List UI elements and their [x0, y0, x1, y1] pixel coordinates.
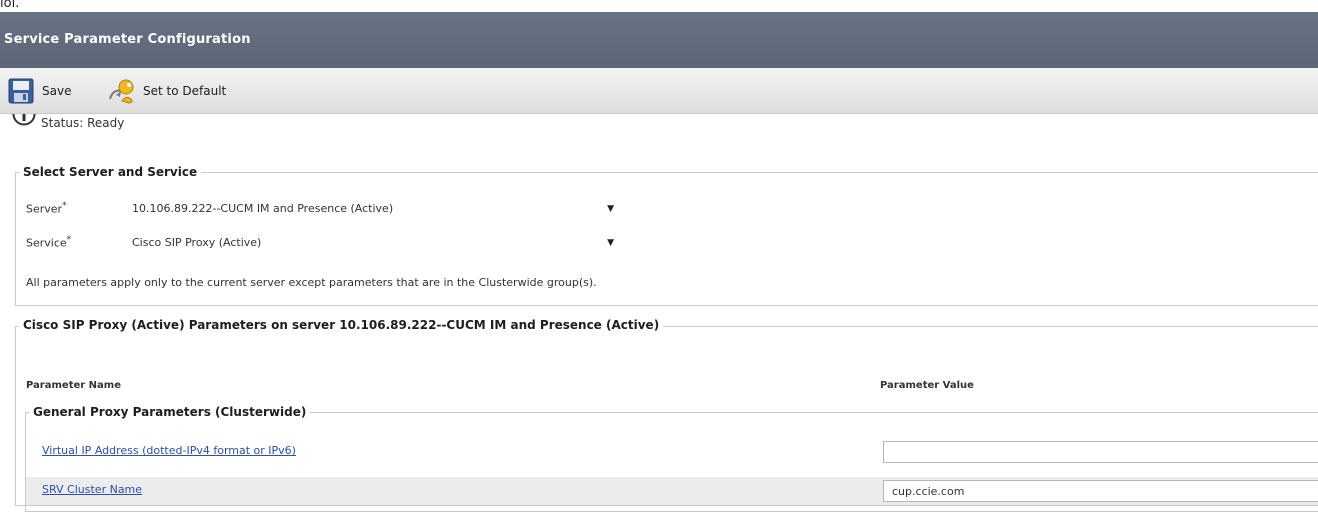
server-label: Server [26, 202, 63, 216]
toolbar: Save Set to Default [0, 68, 1318, 114]
top-strip-text: lol. [0, 0, 20, 11]
general-proxy-parameters-legend: General Proxy Parameters (Clusterwide) [29, 405, 311, 419]
select-server-service-legend: Select Server and Service [19, 165, 202, 179]
top-strip: lol. [0, 0, 1318, 12]
clusterwide-note: All parameters apply only to the current… [26, 276, 597, 289]
chevron-down-icon: ▼ [607, 238, 614, 248]
table-row: SRV Cluster Name [26, 477, 1318, 505]
column-header-parameter-name: Parameter Name [26, 380, 121, 391]
server-label-group: Server* [26, 201, 67, 216]
table-row: Virtual IP Address (dotted-IPv4 format o… [26, 438, 1318, 466]
status-bar: Status: Ready [10, 114, 410, 134]
page-title-bar: Service Parameter Configuration [0, 12, 1318, 68]
save-label: Save [42, 84, 72, 98]
required-mark: * [62, 201, 67, 211]
virtual-ip-address-input[interactable] [883, 441, 1318, 463]
server-select[interactable]: 10.106.89.222--CUCM IM and Presence (Act… [128, 199, 620, 219]
service-label: Service [26, 236, 67, 250]
save-button[interactable]: Save [8, 68, 71, 114]
service-select-value: Cisco SIP Proxy (Active) [132, 236, 262, 249]
required-mark: * [66, 235, 72, 245]
reset-default-icon [109, 79, 134, 104]
server-select-value: 10.106.89.222--CUCM IM and Presence (Act… [132, 202, 394, 215]
virtual-ip-address-link[interactable]: Virtual IP Address (dotted-IPv4 format o… [42, 444, 296, 457]
set-to-default-label: Set to Default [143, 84, 227, 98]
parameters-legend: Cisco SIP Proxy (Active) Parameters on s… [19, 318, 664, 332]
srv-cluster-name-input[interactable] [883, 480, 1318, 502]
chevron-down-icon: ▼ [607, 204, 614, 214]
status-text: Status: Ready [41, 116, 125, 130]
floppy-disk-icon [8, 78, 34, 104]
service-select[interactable]: Cisco SIP Proxy (Active) ▼ [128, 233, 620, 253]
column-header-parameter-value: Parameter Value [880, 380, 974, 391]
set-to-default-button[interactable]: Set to Default [107, 68, 226, 114]
page-title: Service Parameter Configuration [4, 32, 251, 47]
info-icon [12, 114, 36, 126]
srv-cluster-name-link[interactable]: SRV Cluster Name [42, 483, 142, 496]
service-label-group: Service* [26, 235, 71, 250]
